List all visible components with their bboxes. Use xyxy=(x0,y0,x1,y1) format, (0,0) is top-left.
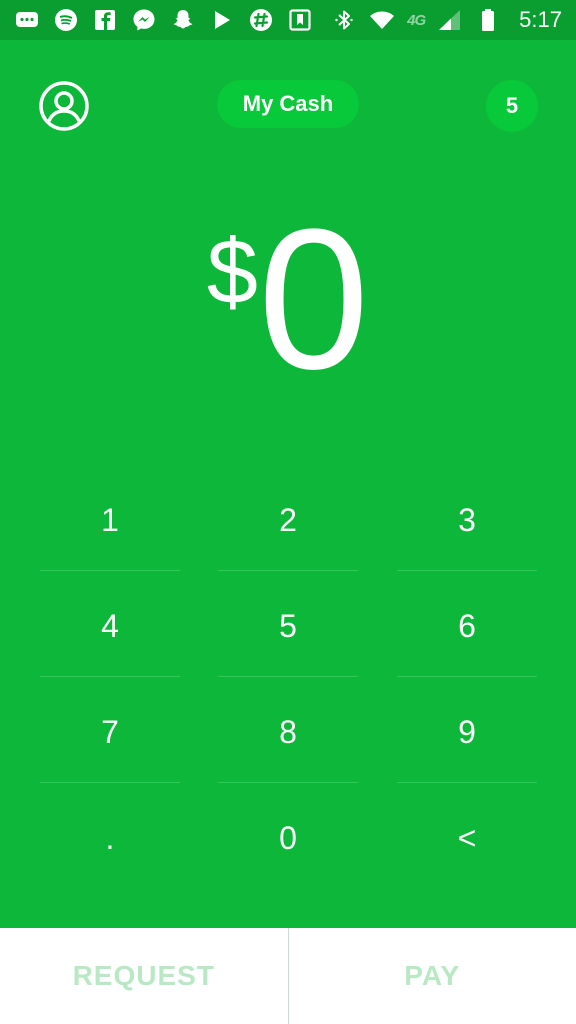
system-icons: 4G 5:17 xyxy=(331,7,562,33)
messenger-icon xyxy=(131,7,157,33)
currency-symbol: $ xyxy=(206,221,258,323)
number-keypad: 1 2 3 4 5 6 7 8 9. 0 < xyxy=(20,468,556,892)
pay-button[interactable]: PAY xyxy=(289,928,576,1024)
profile-button[interactable] xyxy=(38,80,90,132)
action-bar: REQUEST PAY xyxy=(0,928,576,1024)
bluetooth-icon xyxy=(331,7,357,33)
notification-icons xyxy=(14,7,313,33)
status-time: 5:17 xyxy=(519,7,562,32)
bookmark-icon xyxy=(287,7,313,33)
key-divider xyxy=(40,570,180,571)
key-divider xyxy=(397,782,537,783)
key-6[interactable]: 6 xyxy=(397,574,537,678)
amount-value: 0 xyxy=(257,188,370,411)
key-1[interactable]: 1 xyxy=(40,468,180,572)
key-decimal[interactable]: . xyxy=(40,786,180,890)
my-cash-button[interactable]: My Cash xyxy=(217,80,359,128)
key-divider xyxy=(218,782,358,783)
slack-icon xyxy=(248,7,274,33)
wifi-icon xyxy=(369,7,395,33)
key-divider xyxy=(218,570,358,571)
key-divider xyxy=(40,782,180,783)
key-2[interactable]: 2 xyxy=(218,468,358,572)
top-header: My Cash 5 xyxy=(0,78,576,132)
status-bar: 4G 5:17 xyxy=(0,0,576,40)
key-0[interactable]: 0 xyxy=(218,786,358,890)
amount-display: $ 0 xyxy=(0,200,576,410)
snapchat-icon xyxy=(170,7,196,33)
facebook-icon xyxy=(92,7,118,33)
app-screen: 4G 5:17 My Cash 5 $ 0 123456789.0 < REQU… xyxy=(0,0,576,1024)
key-divider xyxy=(40,676,180,677)
key-7[interactable]: 7 xyxy=(40,680,180,784)
key-8[interactable]: 8 xyxy=(218,680,358,784)
request-button[interactable]: REQUEST xyxy=(0,928,288,1024)
key-divider xyxy=(218,676,358,677)
key-5[interactable]: 5 xyxy=(218,574,358,678)
key-backspace[interactable]: < xyxy=(397,786,537,890)
signal-icon xyxy=(437,7,463,33)
key-3[interactable]: 3 xyxy=(397,468,537,572)
key-4[interactable]: 4 xyxy=(40,574,180,678)
key-9[interactable]: 9 xyxy=(397,680,537,784)
play-store-icon xyxy=(209,7,235,33)
key-divider xyxy=(397,570,537,571)
network-type: 4G xyxy=(407,11,426,29)
activity-badge-button[interactable]: 5 xyxy=(486,80,538,132)
spotify-icon xyxy=(53,7,79,33)
battery-icon xyxy=(475,7,501,33)
message-icon xyxy=(14,7,40,33)
amount-group: $ 0 xyxy=(207,200,369,400)
person-circle-icon xyxy=(39,81,89,131)
key-divider xyxy=(397,676,537,677)
